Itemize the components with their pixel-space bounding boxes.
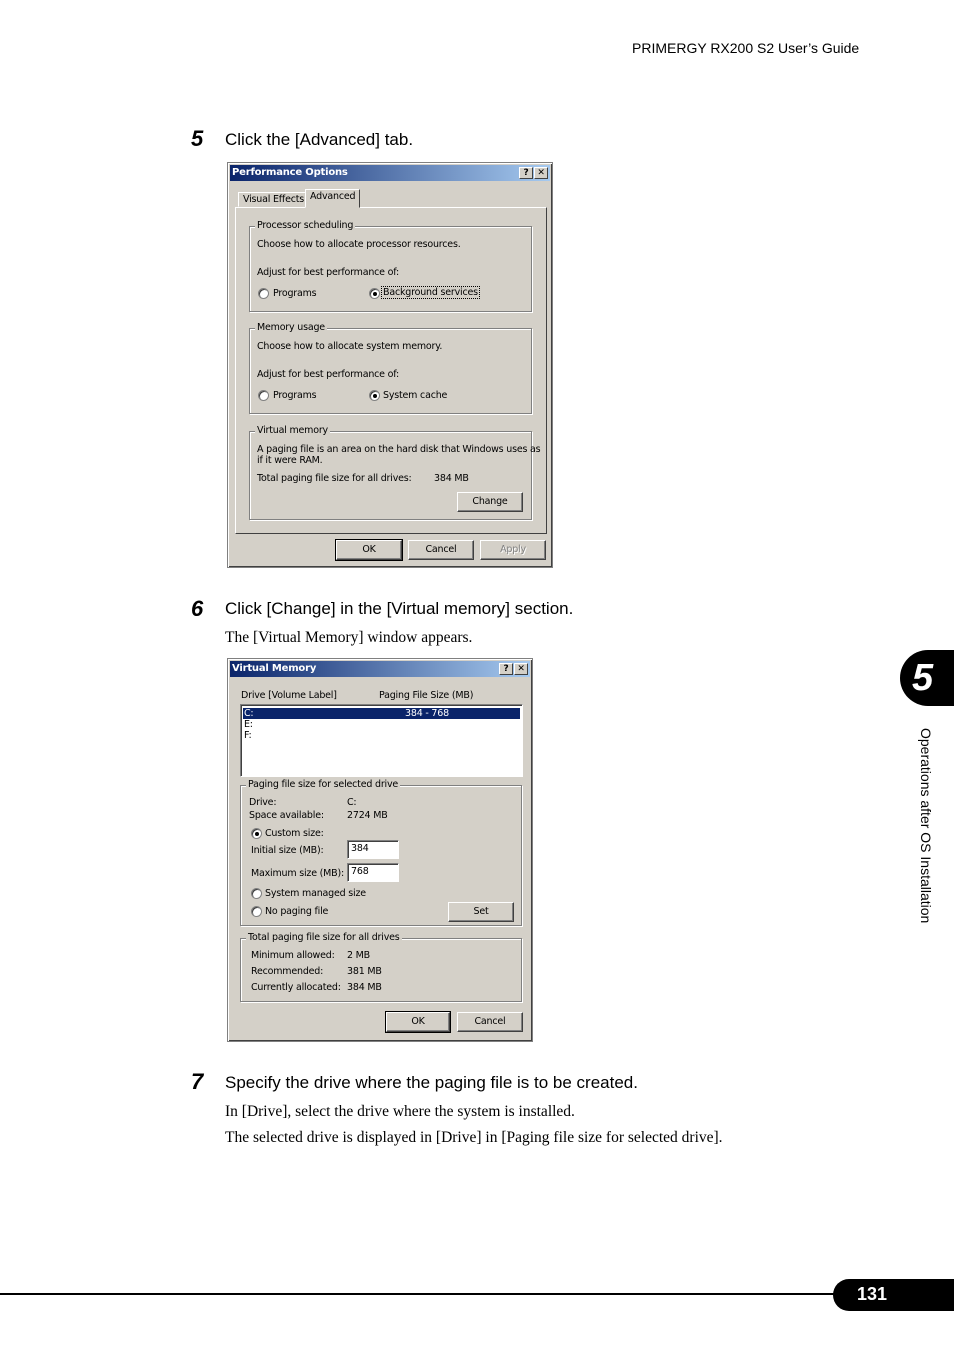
currently-allocated-label: Currently allocated: — [251, 982, 341, 993]
ok-button[interactable]: OK — [335, 539, 403, 561]
radio-programs-label[interactable]: Programs — [273, 288, 317, 299]
chapter-title: Operations after OS Installation — [918, 728, 934, 924]
radio-no-paging-file[interactable] — [251, 906, 262, 917]
total-paging-value: 384 MB — [434, 473, 469, 484]
drive-letter: E: — [244, 719, 253, 730]
step-instruction: Click [Change] in the [Virtual memory] s… — [225, 599, 574, 618]
group-description: Choose how to allocate system memory. — [257, 341, 443, 352]
set-button[interactable]: Set — [448, 902, 514, 922]
radio-system-managed-label[interactable]: System managed size — [265, 888, 366, 899]
close-button[interactable]: ✕ — [514, 663, 528, 675]
step-instruction: Click the [Advanced] tab. — [225, 130, 414, 149]
tab-visual-effects[interactable]: Visual Effects — [238, 192, 310, 207]
page-number: 131 — [833, 1279, 954, 1311]
size-column-header: Paging File Size (MB) — [379, 690, 474, 701]
step-number: 5 — [191, 126, 204, 151]
step-note: The selected drive is displayed in [Driv… — [225, 1129, 723, 1146]
dialog-titlebar: Performance Options ? ✕ — [230, 165, 550, 181]
step-note: In [Drive], select the drive where the s… — [225, 1103, 575, 1120]
group-legend: Total paging file size for all drives — [246, 932, 402, 943]
radio-system-cache[interactable] — [369, 390, 380, 401]
drive-paging-size: 384 - 768 — [405, 708, 449, 719]
help-button[interactable]: ? — [519, 167, 533, 179]
close-x-icon: ✕ — [537, 168, 545, 178]
memory-usage-group: Memory usage Choose how to allocate syst… — [249, 322, 532, 414]
step-number: 6 — [191, 596, 204, 621]
recommended-value: 381 MB — [347, 966, 382, 977]
selected-drive-group: Paging file size for selected drive Driv… — [240, 779, 522, 926]
question-mark-icon: ? — [503, 664, 509, 674]
processor-scheduling-group: Processor scheduling Choose how to alloc… — [249, 220, 532, 312]
drive-column-header: Drive [Volume Label] — [241, 690, 337, 701]
step-note: The [Virtual Memory] window appears. — [225, 629, 473, 646]
radio-background-services-label[interactable]: Background services — [381, 286, 480, 299]
total-paging-label: Total paging file size for all drives: — [257, 473, 412, 484]
step-number: 7 — [191, 1069, 204, 1094]
group-legend: Paging file size for selected drive — [246, 779, 401, 790]
group-description-line1: A paging file is an area on the hard dis… — [257, 444, 541, 455]
radio-system-managed[interactable] — [251, 888, 262, 899]
radio-system-cache-label[interactable]: System cache — [383, 390, 447, 401]
help-button[interactable]: ? — [499, 663, 513, 675]
drive-letter: C: — [244, 708, 254, 719]
dialog-titlebar: Virtual Memory ? ✕ — [230, 661, 530, 677]
cancel-button[interactable]: Cancel — [457, 1012, 523, 1032]
space-available-value: 2724 MB — [347, 810, 388, 821]
group-legend: Virtual memory — [255, 425, 330, 436]
recommended-label: Recommended: — [251, 966, 324, 977]
maximum-size-input[interactable]: 768 — [347, 863, 399, 882]
minimum-allowed-value: 2 MB — [347, 950, 370, 961]
ok-button[interactable]: OK — [385, 1011, 451, 1033]
close-button[interactable]: ✕ — [534, 167, 548, 179]
adjust-label: Adjust for best performance of: — [257, 267, 400, 278]
question-mark-icon: ? — [523, 168, 529, 178]
group-legend: Processor scheduling — [255, 220, 356, 231]
drive-label: Drive: — [249, 797, 277, 808]
drive-letter: F: — [244, 730, 252, 741]
dialog-title: Virtual Memory — [232, 663, 317, 674]
group-legend: Memory usage — [255, 322, 327, 333]
radio-programs[interactable] — [258, 288, 269, 299]
radio-background-services[interactable] — [369, 288, 380, 299]
performance-options-dialog: Performance Options ? ✕ Visual Effects A… — [227, 162, 553, 568]
radio-programs-label[interactable]: Programs — [273, 390, 317, 401]
total-paging-group: Total paging file size for all drives Mi… — [240, 932, 522, 1002]
virtual-memory-group: Virtual memory A paging file is an area … — [249, 425, 541, 520]
radio-programs[interactable] — [258, 390, 269, 401]
footer-divider — [0, 1293, 840, 1295]
radio-custom-size-label[interactable]: Custom size: — [265, 828, 324, 839]
minimum-allowed-label: Minimum allowed: — [251, 950, 335, 961]
currently-allocated-value: 384 MB — [347, 982, 382, 993]
apply-button[interactable]: Apply — [480, 540, 546, 560]
cancel-button[interactable]: Cancel — [408, 540, 474, 560]
drive-list-item[interactable]: C: 384 - 768 — [242, 707, 521, 720]
dialog-title: Performance Options — [232, 167, 348, 178]
radio-no-paging-file-label[interactable]: No paging file — [265, 906, 328, 917]
chapter-tab: 5 — [900, 650, 954, 706]
initial-size-input[interactable]: 384 — [347, 840, 399, 859]
drive-list-item[interactable]: F: — [243, 730, 520, 741]
initial-size-label: Initial size (MB): — [251, 845, 324, 856]
step-instruction: Specify the drive where the paging file … — [225, 1073, 638, 1092]
maximum-size-label: Maximum size (MB): — [251, 868, 344, 879]
radio-custom-size[interactable] — [251, 828, 262, 839]
virtual-memory-dialog: Virtual Memory ? ✕ Drive [Volume Label] … — [227, 658, 533, 1042]
drive-list-item[interactable]: E: — [243, 719, 520, 730]
group-description-line2: if it were RAM. — [257, 455, 323, 466]
drive-list[interactable]: C: 384 - 768 E: F: — [240, 704, 523, 777]
space-available-label: Space available: — [249, 810, 324, 821]
close-x-icon: ✕ — [517, 664, 525, 674]
group-description: Choose how to allocate processor resourc… — [257, 239, 461, 250]
document-header-title: PRIMERGY RX200 S2 User’s Guide — [632, 40, 860, 56]
drive-value: C: — [347, 797, 357, 808]
adjust-label: Adjust for best performance of: — [257, 369, 400, 380]
change-button[interactable]: Change — [457, 492, 523, 512]
tab-advanced[interactable]: Advanced — [305, 189, 361, 208]
